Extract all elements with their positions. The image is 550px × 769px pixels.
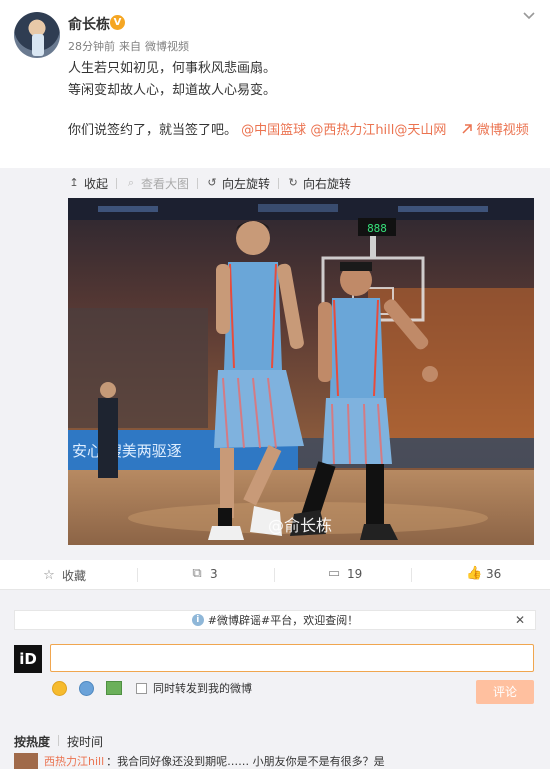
post-header: 俞长栋 V 28分钟前 来自 微博视频 人生若只如初见，何事秋风悲画扇。 等闲变却故…	[0, 0, 550, 160]
like-button[interactable]: 👍 36	[466, 566, 502, 582]
like-count: 36	[486, 567, 502, 581]
thumbs-up-icon: 👍	[466, 566, 483, 581]
view-large-button[interactable]: ⌕ 查看大图	[125, 175, 189, 192]
scoreboard-text: 888	[367, 222, 387, 235]
action-bar: ☆ 收藏 ⧉ 3 ▭ 19 👍 36	[0, 560, 550, 590]
basketball-photo: 888 安心 嫂美两驱逐 @俞长栋	[68, 198, 534, 545]
media-panel: ↥ 收起 ⌕ 查看大图 ↺ 向左旋转 ↻ 向右旋转 888 安心 嫂美两驱逐 @…	[0, 168, 550, 560]
mention-link[interactable]: @西热力江hill	[310, 123, 394, 138]
comment-count: 19	[347, 567, 363, 581]
rotate-left-button[interactable]: ↺ 向左旋转	[206, 175, 270, 192]
rumor-notice-text[interactable]: #微博辟谣#平台，欢迎查阅！	[208, 612, 358, 628]
view-large-label: 查看大图	[141, 176, 190, 191]
rumor-notice: i #微博辟谣#平台，欢迎查阅！ ✕	[14, 610, 536, 630]
video-link-label: 微博视频	[476, 123, 529, 138]
commenter-name[interactable]: 西热力江hill	[44, 753, 104, 769]
rotate-right-icon: ↻	[288, 176, 298, 189]
author-avatar[interactable]	[14, 12, 60, 58]
star-icon: ☆	[43, 567, 55, 583]
post-line-3-text: 你们说签约了，就当签了吧。	[68, 123, 238, 138]
repost-button[interactable]: ⧉ 3	[190, 566, 218, 582]
chevron-down-icon[interactable]	[520, 10, 538, 24]
favorite-button[interactable]: ☆ 收藏	[42, 567, 86, 584]
repost-checkbox[interactable]	[136, 682, 147, 694]
comment-item: 西热力江hill ：我合同好像还没到期呢…… 小朋友你是不是有很多？是	[14, 753, 536, 769]
collapse-label: 收起	[84, 176, 109, 191]
favorite-label: 收藏	[62, 569, 87, 583]
court-banner-text: 安心 嫂美两驱逐	[72, 442, 182, 460]
post-content: 人生若只如初见，何事秋风悲画扇。 等闲变却故人心，却道故人心易变。 你们说签约了…	[68, 58, 538, 142]
comment-area: i #微博辟谣#平台，欢迎查阅！ ✕ iD 同时转发到我的微博 评论 按热度 按…	[0, 590, 550, 769]
rotate-left-label: 向左旋转	[222, 176, 271, 191]
tab-hot[interactable]: 按热度	[14, 733, 50, 750]
submit-comment-button[interactable]: 评论	[476, 680, 534, 704]
rotate-left-icon: ↺	[207, 176, 217, 189]
commenter-avatar[interactable]	[14, 753, 38, 769]
image-icon[interactable]	[106, 681, 122, 695]
collapse-icon: ↥	[69, 176, 79, 189]
verified-badge-icon: V	[110, 15, 125, 30]
post-line-3: 你们说签约了，就当签了吧。 @中国篮球 @西热力江hill@天山网 微博视频	[68, 120, 538, 142]
comment-tools: 同时转发到我的微博	[52, 680, 252, 696]
info-icon: i	[191, 614, 204, 626]
repost-icon: ⧉	[192, 566, 202, 581]
video-link[interactable]: 微博视频	[461, 123, 529, 138]
magnifier-icon: ⌕	[127, 176, 135, 189]
tab-time[interactable]: 按时间	[67, 733, 103, 750]
comment-sort-tabs: 按热度 按时间	[14, 733, 107, 750]
comment-text: ：我合同好像还没到期呢…… 小朋友你是不是有很多？是	[106, 755, 385, 768]
repost-count: 3	[210, 567, 218, 581]
collapse-button[interactable]: ↥ 收起	[68, 175, 108, 192]
topic-icon[interactable]	[79, 680, 94, 696]
post-meta: 28分钟前 来自 微博视频	[68, 38, 193, 54]
post-from-label: 来自	[119, 40, 141, 53]
post-photo[interactable]: 888 安心 嫂美两驱逐 @俞长栋	[68, 198, 534, 545]
close-icon[interactable]: ✕	[515, 613, 525, 627]
current-user-avatar[interactable]: iD	[14, 645, 42, 673]
rotate-right-label: 向右旋转	[303, 176, 352, 191]
post-time[interactable]: 28分钟前	[68, 40, 115, 53]
mention-link[interactable]: @中国篮球	[241, 123, 306, 138]
author-name[interactable]: 俞长栋	[68, 14, 110, 34]
post-source[interactable]: 微博视频	[145, 40, 189, 53]
repost-checkbox-label: 同时转发到我的微博	[153, 682, 252, 695]
photo-watermark: @俞长栋	[268, 516, 332, 535]
mention-link[interactable]: @天山网	[394, 123, 446, 138]
post-line-2: 等闲变却故人心，却道故人心易变。	[68, 83, 277, 98]
media-toolbar: ↥ 收起 ⌕ 查看大图 ↺ 向左旋转 ↻ 向右旋转	[68, 175, 359, 191]
comment-button[interactable]: ▭ 19	[327, 566, 363, 582]
post-line-1: 人生若只如初见，何事秋风悲画扇。	[68, 61, 277, 76]
comment-input[interactable]	[50, 644, 534, 672]
comment-icon: ▭	[327, 566, 341, 581]
emoji-icon[interactable]	[52, 680, 67, 696]
video-link-icon	[462, 124, 472, 134]
rotate-right-button[interactable]: ↻ 向右旋转	[287, 175, 351, 192]
